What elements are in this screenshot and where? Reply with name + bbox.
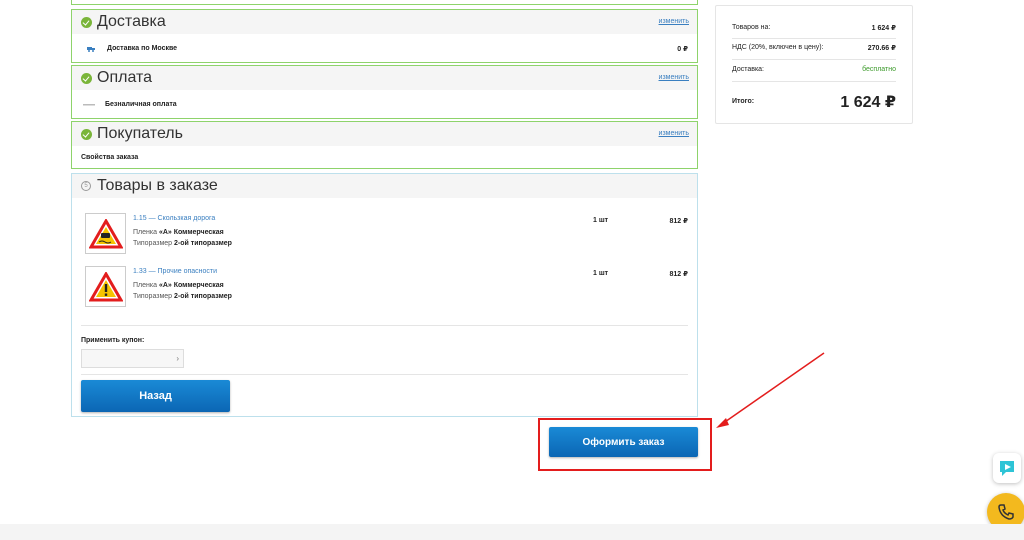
delivery-body: Доставка по Москве 0 ₽ bbox=[72, 34, 697, 63]
item-film: Пленка «А» Коммерческая bbox=[133, 282, 224, 289]
phone-icon bbox=[998, 504, 1014, 520]
payment-title: Оплата bbox=[97, 69, 153, 86]
vat-label: НДС (20%, включен в цену): bbox=[732, 44, 824, 51]
coupon-label: Применить купон: bbox=[81, 337, 145, 344]
goods-title: Товары в заказе bbox=[97, 177, 218, 194]
item-size: Типоразмер 2-ой типоразмер bbox=[133, 240, 232, 247]
step-number-icon: 5 bbox=[81, 181, 91, 191]
chat-icon bbox=[1000, 461, 1014, 476]
summary-vat-row: НДС (20%, включен в цену): 270.66 ₽ bbox=[732, 44, 896, 52]
delivery-cost-value: бесплатно bbox=[862, 66, 896, 73]
item-name-link[interactable]: 1.33 — Прочие опасности bbox=[133, 268, 217, 275]
divider bbox=[81, 374, 688, 375]
divider bbox=[732, 38, 896, 39]
divider bbox=[732, 81, 896, 82]
footer-bar bbox=[0, 524, 1024, 540]
place-order-button[interactable]: Оформить заказ bbox=[549, 427, 698, 457]
buyer-body: Свойства заказа bbox=[72, 146, 697, 168]
total-value: 1 624 ₽ bbox=[840, 94, 896, 111]
cart-item: 1.33 — Прочие опасности Пленка «А» Комме… bbox=[85, 266, 688, 312]
divider bbox=[732, 59, 896, 60]
chat-widget-button[interactable] bbox=[993, 453, 1021, 483]
check-icon bbox=[81, 72, 92, 84]
payment-change-link[interactable]: изменить bbox=[659, 74, 689, 81]
delivery-cost-label: Доставка: bbox=[732, 66, 765, 73]
goods-section: 5 Товары в заказе 1.15 — Скользкая дорог… bbox=[71, 173, 698, 417]
order-properties-label: Свойства заказа bbox=[81, 153, 139, 161]
buyer-change-link[interactable]: изменить bbox=[659, 130, 689, 137]
goods-total-label: Товаров на: bbox=[732, 24, 771, 31]
check-icon bbox=[81, 128, 92, 140]
item-quantity: 1 шт bbox=[593, 217, 609, 224]
payment-body: Безналичная оплата bbox=[72, 90, 697, 119]
payment-method: Безналичная оплата bbox=[105, 101, 177, 108]
checkout-page: Доставка изменить Доставка по Москве 0 ₽… bbox=[0, 0, 1024, 540]
cart-item: 1.15 — Скользкая дорога Пленка «А» Комме… bbox=[85, 213, 688, 259]
buyer-section: Покупатель изменить Свойства заказа bbox=[71, 121, 698, 169]
item-name-link[interactable]: 1.15 — Скользкая дорога bbox=[133, 215, 215, 222]
chevron-right-icon[interactable]: › bbox=[176, 354, 179, 363]
divider bbox=[81, 325, 688, 326]
delivery-section: Доставка изменить Доставка по Москве 0 ₽ bbox=[71, 9, 698, 63]
item-quantity: 1 шт bbox=[593, 270, 609, 277]
item-price: 812 ₽ bbox=[669, 271, 689, 278]
back-button[interactable]: Назад bbox=[81, 380, 230, 412]
goods-total-value: 1 624 ₽ bbox=[871, 25, 896, 32]
delivery-price: 0 ₽ bbox=[677, 45, 688, 53]
payment-section: Оплата изменить Безналичная оплата bbox=[71, 65, 698, 119]
item-film: Пленка «А» Коммерческая bbox=[133, 229, 224, 236]
other-dangers-sign-icon[interactable] bbox=[85, 266, 126, 307]
vat-value: 270.66 ₽ bbox=[867, 45, 896, 52]
previous-section-edge bbox=[71, 0, 698, 5]
buyer-title: Покупатель bbox=[97, 125, 183, 142]
item-size: Типоразмер 2-ой типоразмер bbox=[133, 293, 232, 300]
slippery-road-sign-icon[interactable] bbox=[85, 213, 126, 254]
delivery-header: Доставка изменить bbox=[72, 10, 697, 34]
summary-delivery-row: Доставка: бесплатно bbox=[732, 66, 896, 73]
total-label: Итого: bbox=[732, 98, 755, 105]
delivery-title: Доставка bbox=[97, 13, 166, 30]
payment-header: Оплата изменить bbox=[72, 66, 697, 90]
delivery-method: Доставка по Москве bbox=[107, 45, 178, 52]
truck-icon bbox=[87, 46, 95, 52]
item-price: 812 ₽ bbox=[669, 218, 689, 225]
goods-header: 5 Товары в заказе bbox=[72, 174, 697, 198]
payment-logo-icon bbox=[83, 103, 95, 105]
delivery-change-link[interactable]: изменить bbox=[659, 18, 689, 25]
order-summary: Товаров на: 1 624 ₽ НДС (20%, включен в … bbox=[715, 5, 913, 124]
check-icon bbox=[81, 16, 92, 28]
summary-goods-row: Товаров на: 1 624 ₽ bbox=[732, 24, 896, 32]
coupon-input[interactable]: › bbox=[81, 349, 184, 368]
buyer-header: Покупатель изменить bbox=[72, 122, 697, 146]
